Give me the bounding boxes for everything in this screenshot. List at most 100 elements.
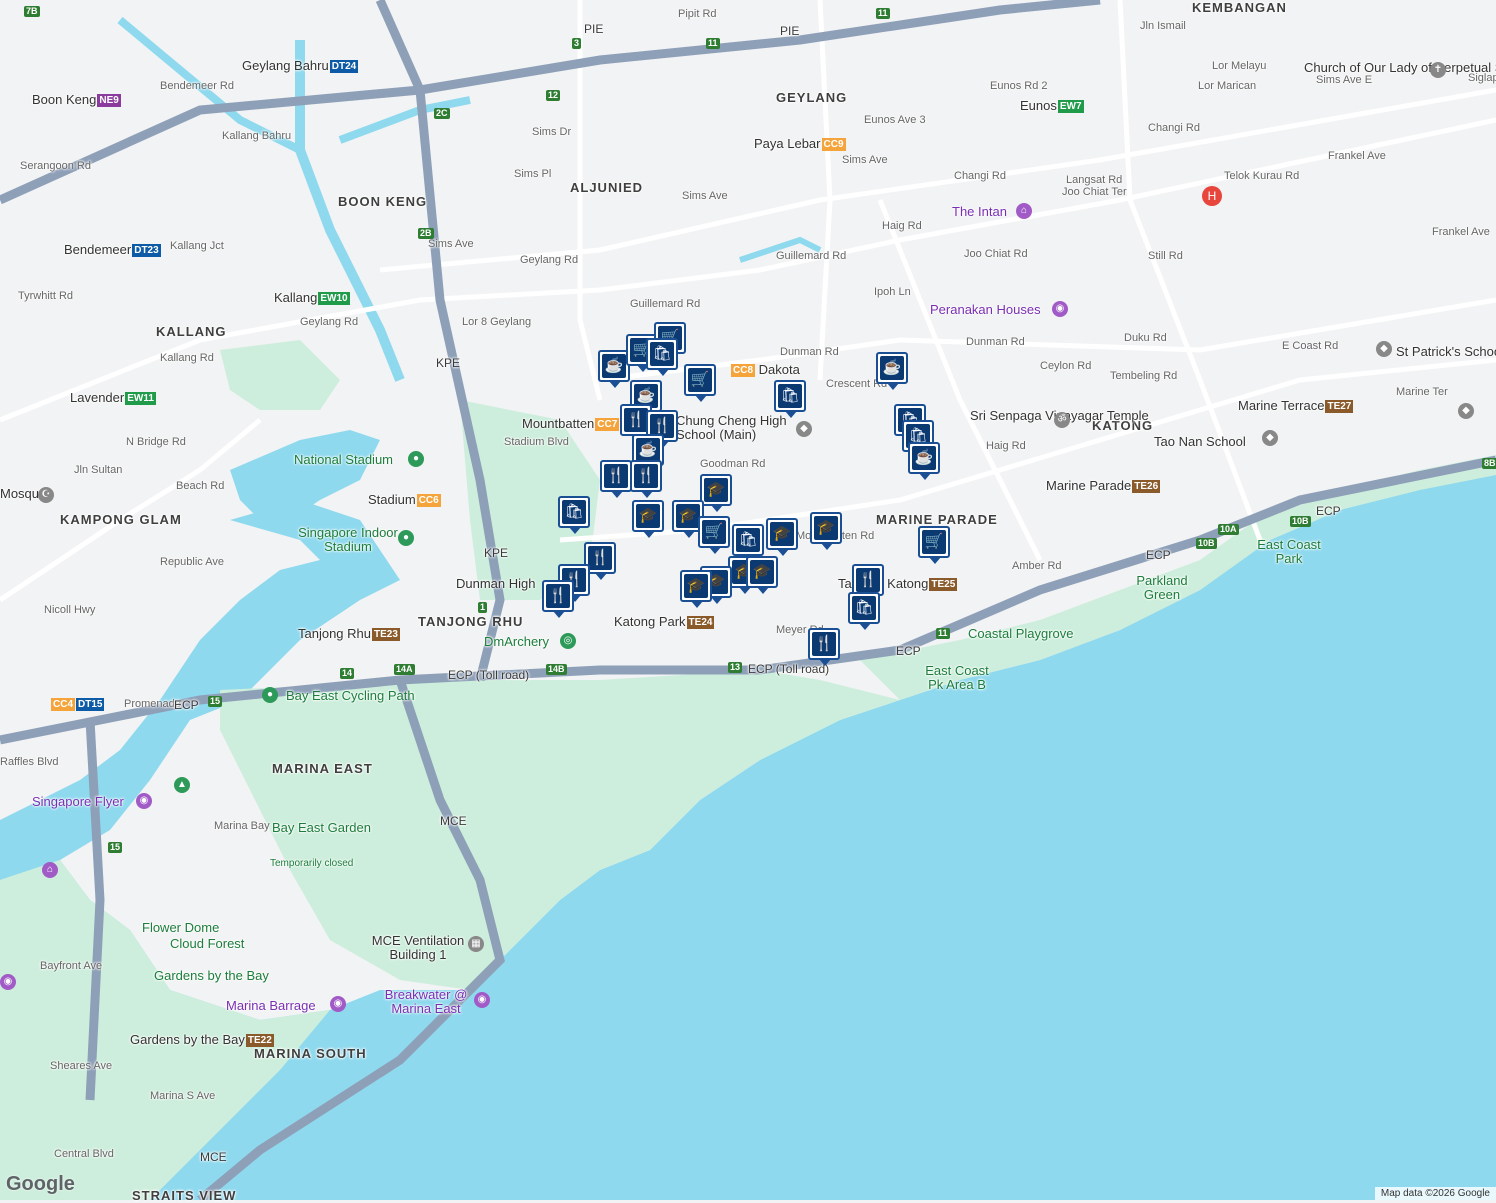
graduation-cap-icon: 🎓 (704, 478, 728, 502)
mrt-station-label: CC4 DT15 (51, 698, 105, 712)
road-label: Geylang Rd (300, 316, 359, 328)
hospital-icon[interactable]: H (1202, 186, 1222, 206)
poi-label[interactable]: DmArchery (484, 634, 549, 649)
poi-label[interactable]: East Coast Park (1252, 538, 1326, 566)
restaurant-icon: 🍴 (588, 546, 612, 570)
road-shield: 13 (728, 662, 743, 673)
shopping-bag-marker[interactable]: 🛍 (646, 338, 678, 376)
poi-label[interactable]: Cloud Forest (170, 936, 244, 951)
school-marker[interactable]: 🎓 (680, 570, 712, 608)
road-shield: 1 (478, 602, 488, 613)
poi-label[interactable]: East Coast Pk Area B (922, 664, 992, 692)
poi-label[interactable]: Bay East Garden (272, 820, 371, 835)
poi-label[interactable]: The Intan (952, 204, 1007, 219)
restaurant-marker[interactable]: 🍴 (542, 580, 574, 618)
mrt-station-label: Marine Parade TE26 (1046, 478, 1161, 494)
highway-label: ECP (174, 698, 199, 712)
road-label: Sims Pl (514, 168, 552, 180)
cafe-marker[interactable]: ☕ (908, 442, 940, 480)
shopping-cart-icon: 🛒 (702, 520, 726, 544)
restaurant-marker[interactable]: 🍴 (630, 460, 662, 498)
building-icon[interactable]: ▦ (468, 936, 484, 952)
area-label: STRAITS VIEW (132, 1188, 237, 1203)
school-marker[interactable]: 🎓 (766, 518, 798, 556)
school-icon[interactable]: ◆ (1262, 430, 1278, 446)
road-label: Tembeling Rd (1110, 370, 1178, 382)
shopping-bag-marker[interactable]: 🛍 (558, 496, 590, 534)
school-icon[interactable]: ◆ (1376, 341, 1392, 357)
highway-label: KPE (484, 546, 509, 560)
poi-label[interactable]: Parkland Green (1130, 574, 1194, 602)
church-icon[interactable]: ✝ (1430, 62, 1446, 78)
temple-icon[interactable]: ॐ (1054, 412, 1070, 428)
cafe-marker[interactable]: ☕ (876, 352, 908, 390)
camera-icon[interactable]: ◉ (1052, 301, 1068, 317)
poi-label[interactable]: Peranakan Houses (930, 302, 1041, 317)
road-label: Sheares Ave (50, 1060, 113, 1072)
mrt-station-label: Paya Lebar CC9 (754, 136, 846, 152)
museum-icon[interactable]: ⌂ (1016, 203, 1032, 219)
school-marker[interactable]: 🎓 (746, 556, 778, 594)
highway-label: PIE (584, 22, 604, 36)
poi-label[interactable]: National Stadium (294, 452, 393, 467)
road-label: Kallang Rd (160, 352, 214, 364)
road-label: Marina S Ave (150, 1090, 216, 1102)
school-marker[interactable]: 🎓 (810, 512, 842, 550)
cafe-icon: ☕ (602, 354, 626, 378)
road-label: Marine Ter (1396, 386, 1448, 398)
road-shield: 11 (706, 38, 720, 49)
road-label: Haig Rd (986, 440, 1026, 452)
shopping-bag-marker[interactable]: 🛍 (732, 524, 764, 562)
restaurant-marker[interactable]: 🍴 (808, 628, 840, 666)
road-label: Jln Ismail (1140, 20, 1186, 32)
road-shield: 11 (936, 628, 950, 639)
road-label: Amber Rd (1012, 560, 1062, 572)
mosque-icon[interactable]: ☪ (38, 487, 54, 503)
mrt-station-label: Geylang Bahru DT24 (242, 58, 359, 74)
school-icon[interactable]: ◆ (1458, 403, 1474, 419)
poi-label[interactable]: Bay East Cycling Path (286, 688, 415, 703)
graduation-cap-icon: 🎓 (684, 574, 708, 598)
poi-label: Dunman High (456, 576, 536, 591)
road-label: Langsat Rd (1066, 174, 1123, 186)
shopping-cart-marker[interactable]: 🛒 (684, 364, 716, 402)
camera-icon[interactable]: ◉ (136, 793, 152, 809)
poi-label[interactable]: Singapore Flyer (32, 794, 124, 809)
stadium-icon[interactable]: ● (408, 451, 424, 467)
poi-label[interactable]: Singapore Indoor Stadium (298, 526, 398, 554)
school-marker[interactable]: 🎓 (632, 500, 664, 538)
poi-label[interactable]: Gardens by the Bay (154, 968, 269, 983)
area-label: MARINE PARADE (876, 512, 998, 527)
poi-label[interactable]: Flower Dome (142, 920, 219, 935)
shopping-cart-marker[interactable]: 🛒 (918, 526, 950, 564)
restaurant-icon: 🍴 (624, 408, 648, 432)
road-shield: 2C (434, 108, 450, 119)
poi-label: St Patrick's School (1396, 344, 1496, 359)
shopping-bag-marker[interactable]: 🛍 (774, 380, 806, 418)
mrt-station-label: Boon Keng NE9 (32, 92, 121, 108)
poi-label[interactable]: Breakwater @ Marina East (378, 988, 474, 1016)
school-marker[interactable]: 🎓 (700, 474, 732, 512)
road-label: Frankel Ave (1432, 226, 1490, 238)
poi-label[interactable]: Marina Barrage (226, 998, 316, 1013)
tree-icon[interactable]: ▲ (174, 777, 190, 793)
poi-label: MCE Ventilation Building 1 (371, 933, 465, 962)
shopping-bag-marker[interactable]: 🛍 (848, 592, 880, 630)
archery-icon[interactable]: ◎ (560, 633, 576, 649)
road-shield: 10B (1290, 516, 1311, 527)
kallang-riverside-park (220, 340, 340, 410)
poi-label[interactable]: Coastal Playgrove (968, 626, 1074, 641)
park-icon[interactable]: ● (262, 687, 278, 703)
graduation-cap-icon: 🎓 (676, 504, 700, 528)
restaurant-marker[interactable]: 🍴 (600, 460, 632, 498)
camera-icon[interactable]: ◉ (0, 974, 16, 990)
school-icon[interactable]: ◆ (796, 421, 812, 437)
shopping-cart-marker[interactable]: 🛒 (698, 516, 730, 554)
camera-icon[interactable]: ◉ (474, 992, 490, 1008)
road-shield: 8B (1482, 458, 1496, 469)
road-label: Eunos Ave 3 (864, 114, 926, 126)
stadium-icon[interactable]: ● (398, 530, 414, 546)
camera-icon[interactable]: ◉ (330, 996, 346, 1012)
museum-icon[interactable]: ⌂ (42, 862, 58, 878)
road-shield: 15 (108, 842, 123, 853)
